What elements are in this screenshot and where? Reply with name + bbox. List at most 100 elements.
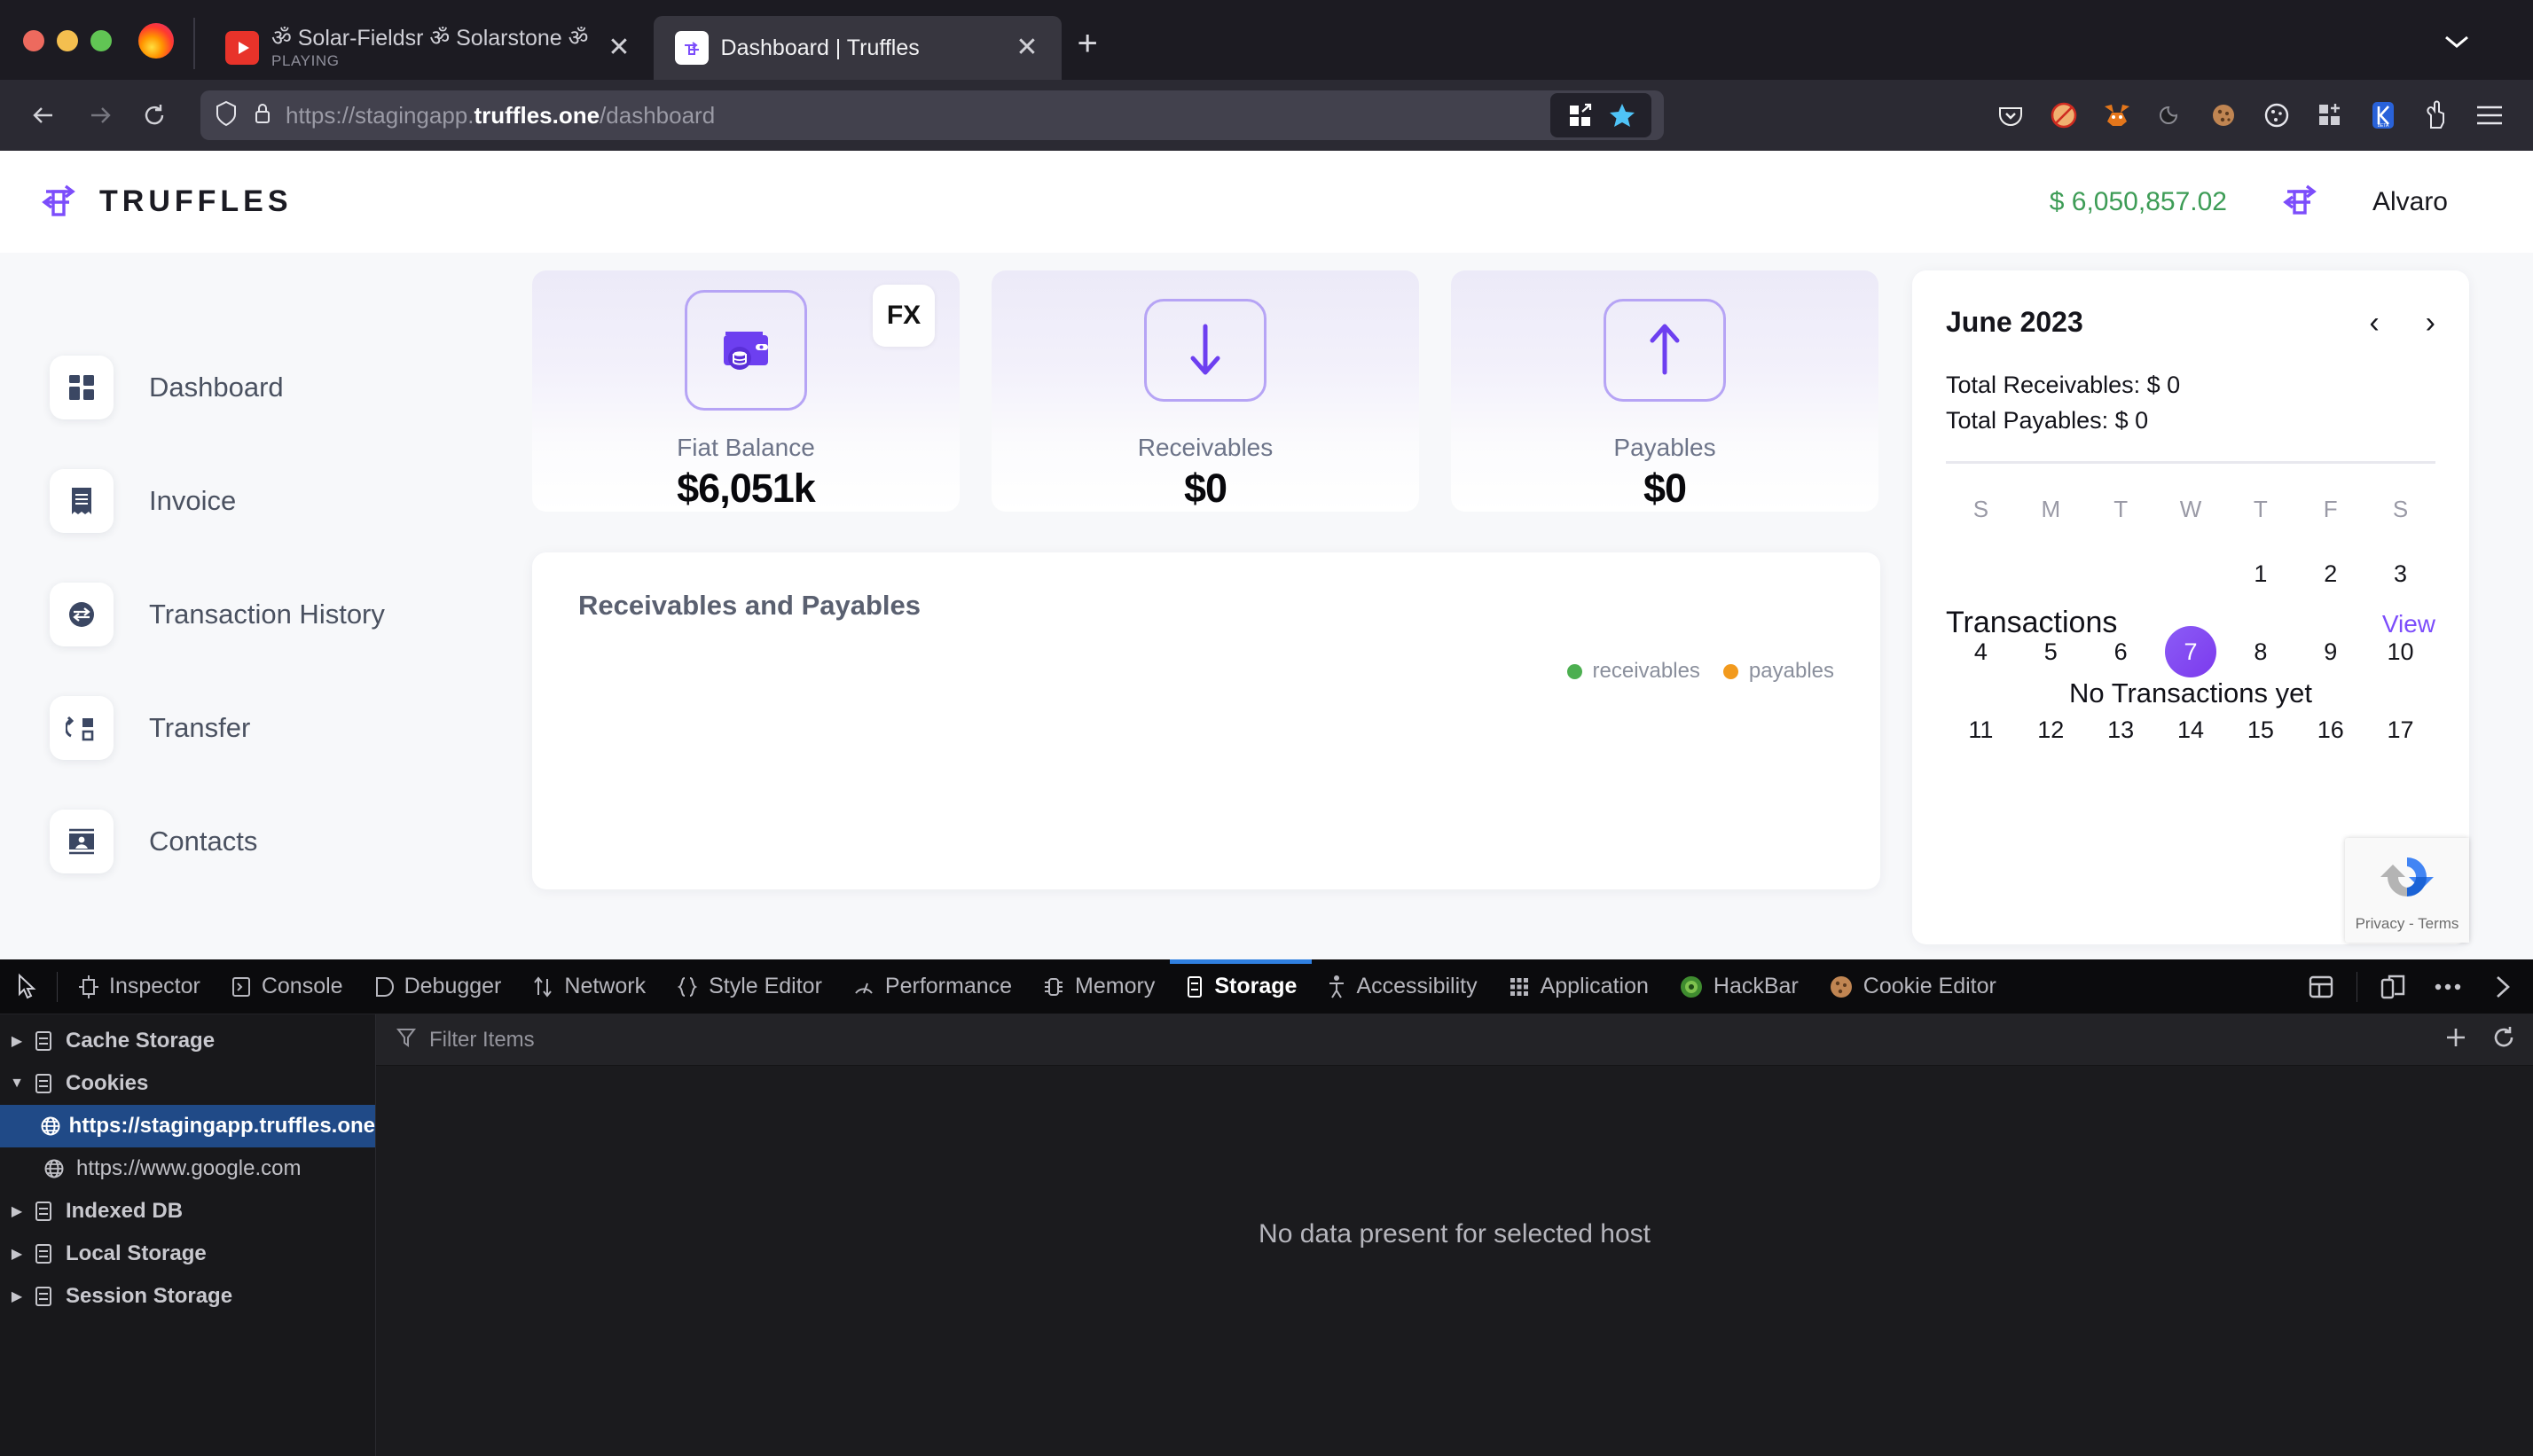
devtools-tab-label: Accessibility (1356, 974, 1478, 998)
storage-tree-item-cookies[interactable]: ▼ Cookies (0, 1062, 375, 1105)
view-all-transactions-link[interactable]: View (2382, 610, 2435, 638)
calendar-day[interactable]: 13 (2086, 702, 2156, 757)
calendar-day[interactable]: 3 (2365, 546, 2435, 601)
refresh-items-button[interactable] (2490, 1024, 2517, 1055)
filter-items-input[interactable]: Filter Items (429, 1028, 535, 1053)
maximize-window-button[interactable] (90, 30, 112, 51)
devtools-tab-inspector[interactable]: Inspector (63, 959, 216, 1014)
truffles-mark-icon[interactable] (2277, 179, 2323, 224)
minimize-window-button[interactable] (57, 30, 78, 51)
chevron-right-icon[interactable]: ▶ (5, 1202, 28, 1220)
noscript-icon[interactable] (2047, 98, 2081, 132)
bookmark-star-icon[interactable] (1605, 98, 1639, 132)
storage-tree-item-local-storage[interactable]: ▶ Local Storage (0, 1233, 375, 1275)
calendar-day[interactable]: 1 (2225, 546, 2295, 601)
cookie-editor-icon[interactable] (2260, 98, 2294, 132)
add-extension-icon[interactable] (2313, 98, 2347, 132)
element-picker-icon[interactable] (4, 973, 51, 1001)
divider (57, 971, 58, 1002)
browser-tab-dashboard[interactable]: Dashboard | Truffles ✕ (653, 16, 1062, 80)
back-button[interactable] (20, 90, 69, 140)
calendar-next-button[interactable]: › (2426, 308, 2435, 338)
split-console-icon[interactable] (2296, 962, 2346, 1012)
devtools-tab-storage[interactable]: Storage (1170, 959, 1313, 1014)
calendar-day[interactable]: 12 (2016, 702, 2086, 757)
card-fiat-balance[interactable]: FX Fiat Balance $6,051k (532, 270, 960, 512)
sidebar-item-dashboard[interactable]: Dashboard (50, 331, 532, 444)
devtools-tab-network[interactable]: Network (516, 959, 661, 1014)
devtools-tab-style-editor[interactable]: Style Editor (661, 959, 837, 1014)
sidebar-item-contacts[interactable]: Contacts (50, 785, 532, 898)
legend-item-payables[interactable]: payables (1722, 659, 1834, 684)
inspector-icon (79, 975, 98, 998)
extensions-tray[interactable] (1550, 93, 1651, 137)
devtools-tab-memory[interactable]: Memory (1027, 959, 1170, 1014)
forward-button[interactable] (74, 90, 124, 140)
calendar-prev-button[interactable]: ‹ (2369, 308, 2379, 338)
storage-tree-item-indexed-db[interactable]: ▶ Indexed DB (0, 1190, 375, 1233)
calendar-day[interactable]: 2 (2295, 546, 2365, 601)
list-all-tabs-icon[interactable] (2443, 29, 2471, 57)
sidebar-item-transaction-history[interactable]: Transaction History (50, 558, 532, 671)
sidebar-item-transfer[interactable]: Transfer (50, 671, 532, 785)
dark-reader-icon[interactable] (2153, 98, 2187, 132)
devtools-tab-cookie-editor[interactable]: Cookie Editor (1814, 959, 2012, 1014)
app-logo[interactable]: TRUFFLES (35, 177, 293, 226)
calendar-day[interactable]: 11 (1946, 702, 2016, 757)
storage-tree-item-session-storage[interactable]: ▶ Session Storage (0, 1275, 375, 1318)
debugger-icon (375, 976, 394, 997)
devtools-tab-debugger[interactable]: Debugger (358, 959, 517, 1014)
devtools-tab-hackbar[interactable]: HackBar (1664, 959, 1814, 1014)
chevron-right-icon[interactable]: ▶ (5, 1288, 28, 1305)
sidebar-item-label: Invoice (149, 485, 237, 516)
devtools-tab-application[interactable]: Application (1493, 959, 1664, 1014)
reload-button[interactable] (129, 90, 179, 140)
close-window-button[interactable] (23, 30, 44, 51)
sidebar-item-invoice[interactable]: Invoice (50, 444, 532, 558)
calendar-day[interactable]: 14 (2156, 702, 2226, 757)
storage-db-icon (28, 1201, 59, 1222)
transactions-title: Transactions (1946, 606, 2118, 639)
devtools-tab-console[interactable]: Console (216, 959, 358, 1014)
chevron-down-icon[interactable]: ▼ (5, 1076, 28, 1092)
devtools-tab-performance[interactable]: Performance (837, 959, 1027, 1014)
storage-tree-item-google-host[interactable]: https://www.google.com (0, 1147, 375, 1190)
new-tab-button[interactable]: + (1062, 24, 1116, 80)
close-devtools-icon[interactable] (2478, 962, 2528, 1012)
browser-tab-youtube[interactable]: ॐ Solar-Fieldsr ॐ Solarstone ॐ PLAYING ✕ (204, 16, 654, 80)
storage-tree-item-cache-storage[interactable]: ▶ Cache Storage (0, 1020, 375, 1062)
calendar-day[interactable]: 17 (2365, 702, 2435, 757)
card-payables[interactable]: Payables $0 (1451, 270, 1878, 512)
container-tabs-icon[interactable] (1563, 98, 1596, 132)
kee-beta-icon[interactable]: BETA (2366, 98, 2400, 132)
svg-text:BETA: BETA (2378, 123, 2389, 129)
card-receivables[interactable]: Receivables $0 (992, 270, 1419, 512)
calendar-day[interactable]: 15 (2225, 702, 2295, 757)
cookie-icon[interactable] (2207, 98, 2240, 132)
calendar-day[interactable]: 16 (2295, 702, 2365, 757)
user-name[interactable]: Alvaro (2372, 187, 2448, 217)
chevron-right-icon[interactable]: ▶ (5, 1245, 28, 1263)
fx-badge[interactable]: FX (873, 285, 935, 347)
metamask-icon[interactable] (2100, 98, 2134, 132)
devtools-tab-accessibility[interactable]: Accessibility (1312, 959, 1492, 1014)
window-controls[interactable] (0, 30, 131, 80)
add-item-button[interactable] (2443, 1024, 2469, 1055)
close-tab-button[interactable]: ✕ (600, 35, 637, 61)
meatball-menu-icon[interactable] (2423, 962, 2473, 1012)
storage-filter-bar: Filter Items (376, 1014, 2533, 1066)
url-text[interactable]: https://stagingapp.truffles.one/dashboar… (286, 102, 715, 129)
recaptcha-terms[interactable]: Privacy - Terms (2356, 915, 2459, 933)
app-menu-icon[interactable] (2473, 98, 2506, 132)
address-bar[interactable]: https://stagingapp.truffles.one/dashboar… (200, 90, 1664, 140)
ublock-icon[interactable] (2419, 98, 2453, 132)
recaptcha-badge[interactable]: Privacy - Terms (2345, 838, 2469, 943)
legend-item-receivables[interactable]: receivables (1566, 659, 1700, 684)
responsive-design-icon[interactable] (2368, 962, 2418, 1012)
close-tab-button[interactable]: ✕ (1008, 35, 1045, 61)
shield-icon[interactable] (213, 99, 239, 132)
storage-tree-item-stagingapp-host[interactable]: https://stagingapp.truffles.one (0, 1105, 375, 1147)
pocket-icon[interactable] (1994, 98, 2027, 132)
lock-icon[interactable] (252, 100, 273, 131)
chevron-right-icon[interactable]: ▶ (5, 1032, 28, 1050)
